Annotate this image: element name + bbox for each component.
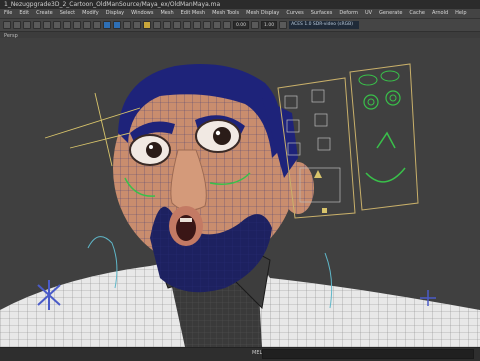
mel-label: MEL [252,350,263,356]
mel-command-input[interactable] [262,349,474,359]
menu-curves[interactable]: Curves [286,9,303,18]
menu-uv[interactable]: UV [365,9,372,18]
menu-generate[interactable]: Generate [379,9,402,18]
menu-mesh[interactable]: Mesh [160,9,173,18]
motion-blur-icon[interactable] [173,21,181,29]
lights-icon[interactable] [143,21,151,29]
gamma-field[interactable]: 1.00 [261,21,278,29]
menu-edit-mesh[interactable]: Edit Mesh [181,9,205,18]
menu-deform[interactable]: Deform [339,9,358,18]
right-eye[interactable] [195,119,241,153]
wireframe-icon[interactable] [103,21,111,29]
menu-file[interactable]: File [4,9,12,18]
image-plane-icon[interactable] [33,21,41,29]
isolate-select-icon[interactable] [193,21,201,29]
menu-edit[interactable]: Edit [19,9,29,18]
left-eye[interactable] [129,134,171,166]
3d-viewport[interactable] [0,38,480,347]
shadows-icon[interactable] [153,21,161,29]
textured-icon[interactable] [133,21,141,29]
mouth[interactable] [169,206,203,246]
menu-surfaces[interactable]: Surfaces [311,9,333,18]
colorspace-select[interactable]: ACES 1.0 SDR-video (sRGB) [289,21,360,29]
menu-windows[interactable]: Windows [131,9,153,18]
grid-icon[interactable] [43,21,51,29]
window-title: 1_Nezugpgrade3D_2_Cartoon_OldManSource/M… [0,0,480,9]
menu-display[interactable]: Display [106,9,124,18]
backface-culling-icon[interactable] [223,21,231,29]
xray-joints-icon[interactable] [213,21,221,29]
menu-create[interactable]: Create [36,9,53,18]
wireframe-on-shaded-icon[interactable] [123,21,131,29]
xray-icon[interactable] [203,21,211,29]
viewport-scene [0,63,480,347]
viewport-toolbar: 0.00 1.00 ACES 1.0 SDR-video (sRGB) [0,18,480,32]
ambient-occlusion-icon[interactable] [163,21,171,29]
field-chart-icon[interactable] [83,21,91,29]
color-management-icon[interactable] [279,21,288,29]
gate-mask-icon[interactable] [73,21,81,29]
main-menu-bar: File Edit Create Select Modify Display W… [0,9,480,18]
bookmark-icon[interactable] [23,21,31,29]
camera-attributes-icon[interactable] [13,21,21,29]
gamma-icon[interactable] [251,21,260,29]
safe-action-icon[interactable] [93,21,101,29]
menu-modify[interactable]: Modify [82,9,99,18]
resolution-gate-icon[interactable] [63,21,71,29]
menu-mesh-display[interactable]: Mesh Display [246,9,279,18]
menu-select[interactable]: Select [60,9,75,18]
facial-control-panel-right[interactable] [349,63,419,211]
film-gate-icon[interactable] [53,21,61,29]
select-camera-icon[interactable] [3,21,11,29]
menu-cache[interactable]: Cache [409,9,425,18]
smooth-shade-icon[interactable] [113,21,121,29]
menu-help[interactable]: Help [455,9,466,18]
exposure-field[interactable]: 0.00 [233,21,250,29]
menu-mesh-tools[interactable]: Mesh Tools [212,9,239,18]
anti-aliasing-icon[interactable] [183,21,191,29]
menu-arnold[interactable]: Arnold [432,9,448,18]
